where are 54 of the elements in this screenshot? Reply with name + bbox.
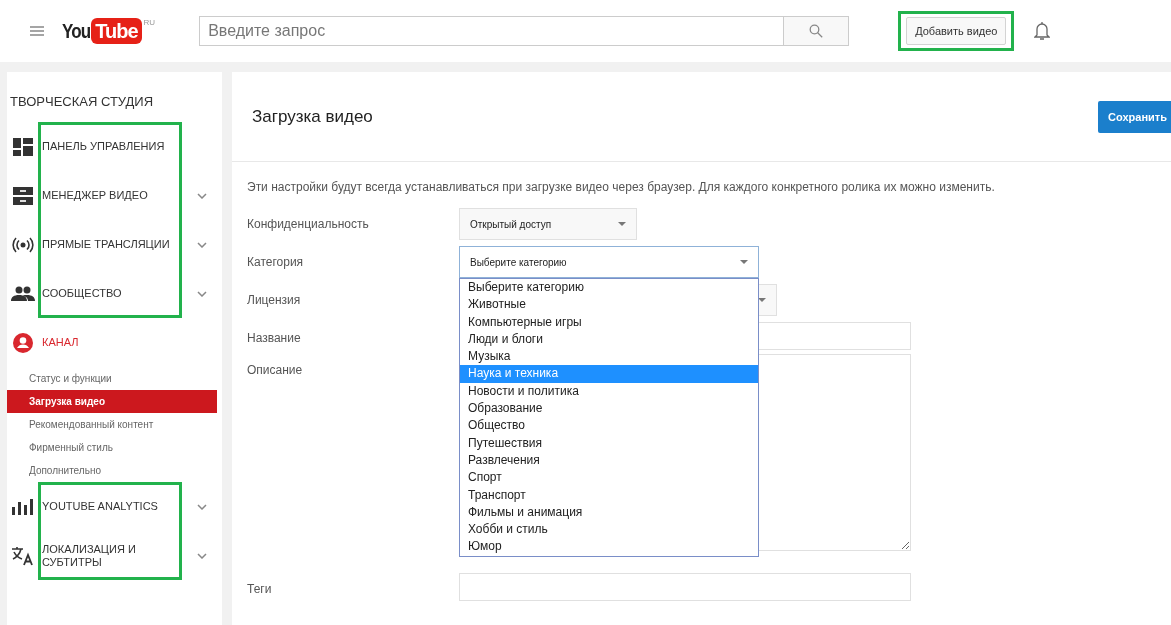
sidebar-title: ТВОРЧЕСКАЯ СТУДИЯ: [9, 94, 155, 109]
caret-down-icon: [740, 260, 748, 264]
nav-subitem[interactable]: Загрузка видео: [7, 390, 217, 413]
dropdown-option[interactable]: Фильмы и анимация: [460, 503, 758, 522]
info-text: Эти настройки будут всегда устанавливаться при загрузке видео через браузер. Для каждого конкретного ролика их можно изменить.: [246, 179, 996, 196]
chevron-down-icon[interactable]: [197, 552, 207, 559]
chevron-down-icon[interactable]: [197, 241, 207, 248]
chevron-down-icon[interactable]: [197, 192, 207, 199]
field-label: Описание: [247, 362, 304, 377]
dropdown-option[interactable]: Выберите категорию: [460, 279, 758, 297]
dropdown-option[interactable]: Новости и политика: [460, 382, 758, 401]
dropdown[interactable]: Открытый доступ: [459, 208, 637, 240]
search-field[interactable]: Введите запрос: [199, 16, 784, 46]
dropdown-option[interactable]: Развлечения: [460, 451, 758, 470]
nav-subitem[interactable]: Статус и функции: [7, 367, 222, 390]
dropdown-option[interactable]: Люди и блоги: [460, 330, 758, 349]
chevron-down-icon[interactable]: [197, 503, 207, 510]
dropdown-option[interactable]: Юмор: [460, 538, 758, 556]
field-label: Лицензия: [247, 292, 302, 307]
dropdown-option[interactable]: Хобби и стиль: [460, 521, 758, 539]
caret-down-icon: [758, 298, 766, 302]
nav-item[interactable]: YOUTUBE ANALYTICS: [38, 500, 182, 513]
field-label: Теги: [247, 581, 273, 596]
search-icon: [809, 24, 824, 38]
notification-bell-icon[interactable]: [1034, 21, 1051, 41]
menu-icon[interactable]: [30, 26, 44, 36]
nav-subitem[interactable]: Фирменный стиль: [7, 436, 222, 459]
nav-subitem[interactable]: Дополнительно: [7, 459, 222, 482]
caret-down-icon: [618, 222, 626, 226]
dropdown-option[interactable]: Животные: [460, 296, 758, 314]
dropdown-option[interactable]: Путешествия: [460, 434, 758, 452]
dropdown-option[interactable]: Компьютерные игры: [460, 313, 758, 331]
dropdown-option[interactable]: Спорт: [460, 469, 758, 487]
field-label: Категория: [247, 254, 305, 269]
dropdown[interactable]: Выберите категорию: [459, 246, 759, 278]
nav-item[interactable]: ПРЯМЫЕ ТРАНСЛЯЦИИ: [38, 238, 182, 251]
chevron-down-icon[interactable]: [197, 290, 207, 297]
nav-item[interactable]: КАНАЛ: [38, 336, 182, 349]
nav-item[interactable]: ЛОКАЛИЗАЦИЯ И СУБТИТРЫ: [38, 542, 182, 569]
field-label: Название: [247, 330, 302, 345]
add-video-button[interactable]: Добавить видео: [906, 17, 1007, 45]
youtube-logo[interactable]: You Tube RU: [62, 16, 156, 46]
text-field[interactable]: [459, 573, 911, 601]
nav-item[interactable]: МЕНЕДЖЕР ВИДЕО: [38, 189, 182, 202]
nav-item[interactable]: ПАНЕЛЬ УПРАВЛЕНИЯ: [38, 140, 182, 153]
dropdown-option[interactable]: Общество: [460, 417, 758, 435]
dropdown-option[interactable]: Музыка: [460, 348, 758, 366]
field-label: Конфиденциальность: [247, 216, 370, 231]
nav-item[interactable]: СООБЩЕСТВО: [38, 287, 182, 300]
nav-subitem[interactable]: Рекомендованный контент: [7, 413, 222, 436]
dropdown-option[interactable]: Транспорт: [460, 486, 758, 504]
dropdown-option[interactable]: Образование: [460, 400, 758, 418]
page-title: Загрузка видео: [252, 106, 373, 127]
save-button[interactable]: Сохранить: [1098, 100, 1171, 133]
